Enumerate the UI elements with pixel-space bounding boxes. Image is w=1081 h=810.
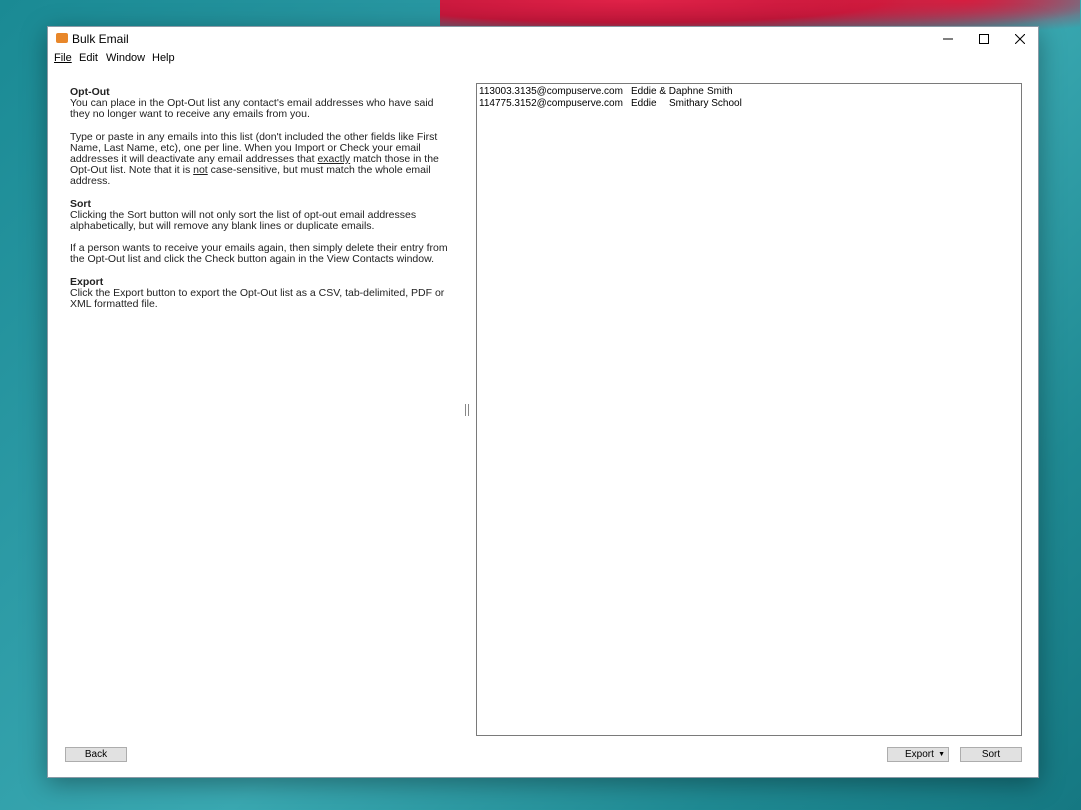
list-item: 114775.3152@compuserve.com Eddie Smithar… (479, 98, 1021, 110)
panel-splitter[interactable] (465, 404, 469, 416)
sort-button-label: Sort (981, 749, 1001, 760)
bulk-email-window: Bulk Email File Edit Window Help Opt-Out… (47, 26, 1039, 778)
menu-help[interactable]: Help (152, 52, 175, 64)
menu-window-label: Window (106, 52, 146, 64)
close-button[interactable] (1002, 27, 1038, 51)
optout-p2-exactly: exactly (317, 153, 351, 166)
list-item-first: Eddie & Daphne (631, 86, 704, 97)
window-title: Bulk Email (72, 32, 129, 46)
menu-edit[interactable]: Edit (79, 52, 98, 64)
menu-edit-label: Edit (79, 52, 98, 64)
list-item: 113003.3135@compuserve.com Eddie & Daphn… (479, 86, 1021, 98)
optout-list-textarea[interactable]: 113003.3135@compuserve.com Eddie & Daphn… (476, 83, 1022, 736)
menu-file[interactable]: File (54, 52, 72, 64)
menu-help-label: Help (152, 52, 175, 64)
export-button-label: Export (905, 749, 934, 760)
dropdown-arrow-icon[interactable]: ▼ (938, 751, 945, 758)
optout-p2-not: not (193, 164, 208, 177)
close-icon (1015, 34, 1025, 44)
help-panel: Opt-Out You can place in the Opt-Out lis… (70, 86, 456, 321)
list-item-last: Smith (707, 86, 733, 97)
title-bar[interactable]: Bulk Email (48, 27, 1038, 51)
list-item-email: 113003.3135@compuserve.com (479, 86, 623, 97)
app-icon (56, 33, 68, 43)
export-button[interactable]: Export ▼ (887, 747, 949, 762)
optout-paragraph-2: Type or paste in any emails into this li… (70, 131, 456, 188)
list-item-first: Eddie (631, 98, 657, 109)
maximize-icon (979, 34, 989, 44)
optout-paragraph-1: You can place in the Opt-Out list any co… (70, 97, 434, 121)
minimize-icon (943, 38, 953, 40)
list-item-email: 114775.3152@compuserve.com (479, 98, 623, 109)
sort-paragraph-1: Clicking the Sort button will not only s… (70, 208, 417, 233)
sort-button[interactable]: Sort (960, 747, 1022, 762)
menu-bar: File Edit Window Help (48, 51, 1038, 67)
back-button[interactable]: Back (65, 747, 127, 762)
back-button-label: Back (84, 749, 108, 760)
maximize-button[interactable] (966, 27, 1002, 51)
list-item-last: Smithary School (669, 98, 742, 109)
minimize-button[interactable] (930, 27, 966, 51)
export-paragraph-1: Click the Export button to export the Op… (70, 286, 445, 311)
menu-file-label: File (54, 52, 72, 64)
menu-window[interactable]: Window (106, 52, 145, 64)
sort-paragraph-2: If a person wants to receive your emails… (70, 242, 448, 266)
